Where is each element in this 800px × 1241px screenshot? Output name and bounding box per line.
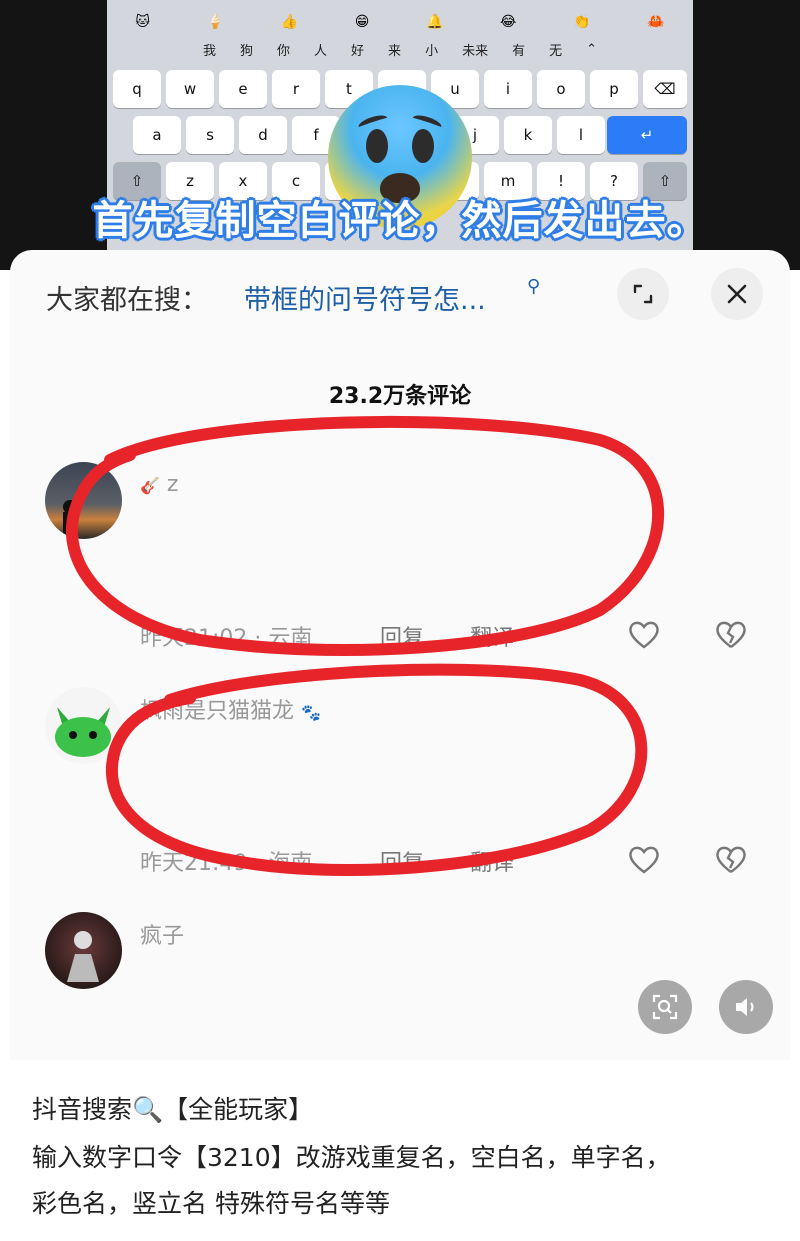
candidate-word[interactable]: 无	[549, 40, 562, 59]
green-cat-icon	[55, 707, 111, 757]
thumbs-up-emoji-icon[interactable]: 👍	[281, 14, 298, 30]
post-line-2: 输入数字口令【3210】改游戏重复名，空白名，单字名，	[32, 1143, 671, 1172]
candidate-word[interactable]: 小	[425, 40, 438, 59]
like-heart-icon[interactable]	[626, 616, 662, 652]
key-s[interactable]: s	[186, 116, 234, 154]
expand-icon	[633, 284, 653, 304]
comments-panel: 大家都在搜： 带框的问号符号怎... ⚲ 23.2万条评论 🎸 z 昨天21:0…	[10, 250, 790, 1060]
key-r[interactable]: r	[272, 70, 320, 108]
dislike-broken-heart-icon[interactable]	[713, 841, 749, 877]
crab-emoji-icon[interactable]: 🦀	[647, 14, 664, 30]
dislike-broken-heart-icon[interactable]	[713, 616, 749, 652]
key-i[interactable]: i	[484, 70, 532, 108]
search-query-link[interactable]: 带框的问号符号怎...	[244, 278, 486, 317]
cat-emoji-icon[interactable]: 🐱	[135, 14, 150, 30]
key-d[interactable]: d	[239, 116, 287, 154]
emoji-suggestion-row: 🐱 🍦 👍 😁 🔔 😂 👏 🦀	[107, 8, 693, 36]
avatar[interactable]	[45, 687, 122, 764]
post-line-1: 抖音搜索🔍【全能玩家】	[32, 1095, 314, 1124]
key-p[interactable]: p	[590, 70, 638, 108]
translate-button[interactable]: 翻译	[470, 845, 514, 877]
translate-button[interactable]: 翻译	[470, 620, 514, 652]
bell-emoji-icon[interactable]: 🔔	[426, 14, 443, 30]
screenshot-search-button[interactable]	[638, 980, 692, 1034]
key-w[interactable]: w	[166, 70, 214, 108]
speaker-icon	[736, 998, 754, 1016]
post-line-3: 彩色名，竖立名 特殊符号名等等	[32, 1189, 390, 1218]
comment-meta: 昨天21:02 · 云南	[140, 626, 313, 651]
search-label: 大家都在搜：	[46, 285, 208, 316]
key-o[interactable]: o	[537, 70, 585, 108]
candidate-word[interactable]: 我	[203, 40, 216, 59]
candidate-word[interactable]: 人	[314, 40, 327, 59]
video-caption: 首先复制空白评论，然后发出去。	[92, 198, 708, 244]
key-l[interactable]: l	[557, 116, 605, 154]
key-e[interactable]: e	[219, 70, 267, 108]
left-eye	[366, 129, 388, 163]
expand-button[interactable]	[617, 268, 669, 320]
like-heart-icon[interactable]	[626, 841, 662, 877]
scan-search-icon	[652, 994, 678, 1020]
candidate-word[interactable]: 有	[512, 40, 525, 59]
reply-button[interactable]: 回复	[380, 845, 424, 877]
candidate-word[interactable]: 未来	[462, 40, 488, 59]
comment-username[interactable]: 枫雨是只猫猫龙 🐾	[140, 693, 321, 725]
candidate-word[interactable]: 好	[351, 40, 364, 59]
candidate-word[interactable]: 来	[388, 40, 401, 59]
avatar[interactable]	[45, 462, 122, 539]
avatar[interactable]	[45, 912, 122, 989]
comment-username[interactable]: 疯子	[140, 918, 184, 950]
close-button[interactable]	[711, 268, 763, 320]
right-eye	[412, 129, 434, 163]
chevron-up-icon[interactable]: ⌃	[586, 42, 597, 57]
key-a[interactable]: a	[133, 116, 181, 154]
grin-emoji-icon[interactable]: 😁	[355, 14, 370, 30]
key-q[interactable]: q	[113, 70, 161, 108]
candidate-word[interactable]: 狗	[240, 40, 253, 59]
candidate-bar: 我 狗 你 人 好 来 小 未来 有 无 ⌃	[107, 36, 693, 62]
delete-key[interactable]: ⌫	[643, 70, 687, 108]
volume-button[interactable]	[719, 980, 773, 1034]
comment-username[interactable]: 🎸 z	[140, 472, 178, 497]
search-icon[interactable]: ⚲	[527, 276, 540, 297]
clap-emoji-icon[interactable]: 👏	[573, 14, 590, 30]
figure-icon	[67, 931, 99, 982]
comment-meta: 昨天21:49 · 海南	[140, 851, 313, 876]
close-icon	[727, 284, 747, 304]
silhouette-icon	[63, 500, 77, 539]
ice-cream-emoji-icon[interactable]: 🍦	[207, 14, 224, 30]
candidate-word[interactable]: 你	[277, 40, 290, 59]
comment-count: 23.2万条评论	[328, 384, 472, 409]
key-k[interactable]: k	[504, 116, 552, 154]
laugh-emoji-icon[interactable]: 😂	[500, 14, 516, 30]
paw-emoji-icon: 🐾	[301, 703, 321, 722]
enter-key[interactable]: ↵	[607, 116, 687, 154]
reply-button[interactable]: 回复	[380, 620, 424, 652]
guitar-emoji-icon: 🎸	[140, 476, 160, 495]
